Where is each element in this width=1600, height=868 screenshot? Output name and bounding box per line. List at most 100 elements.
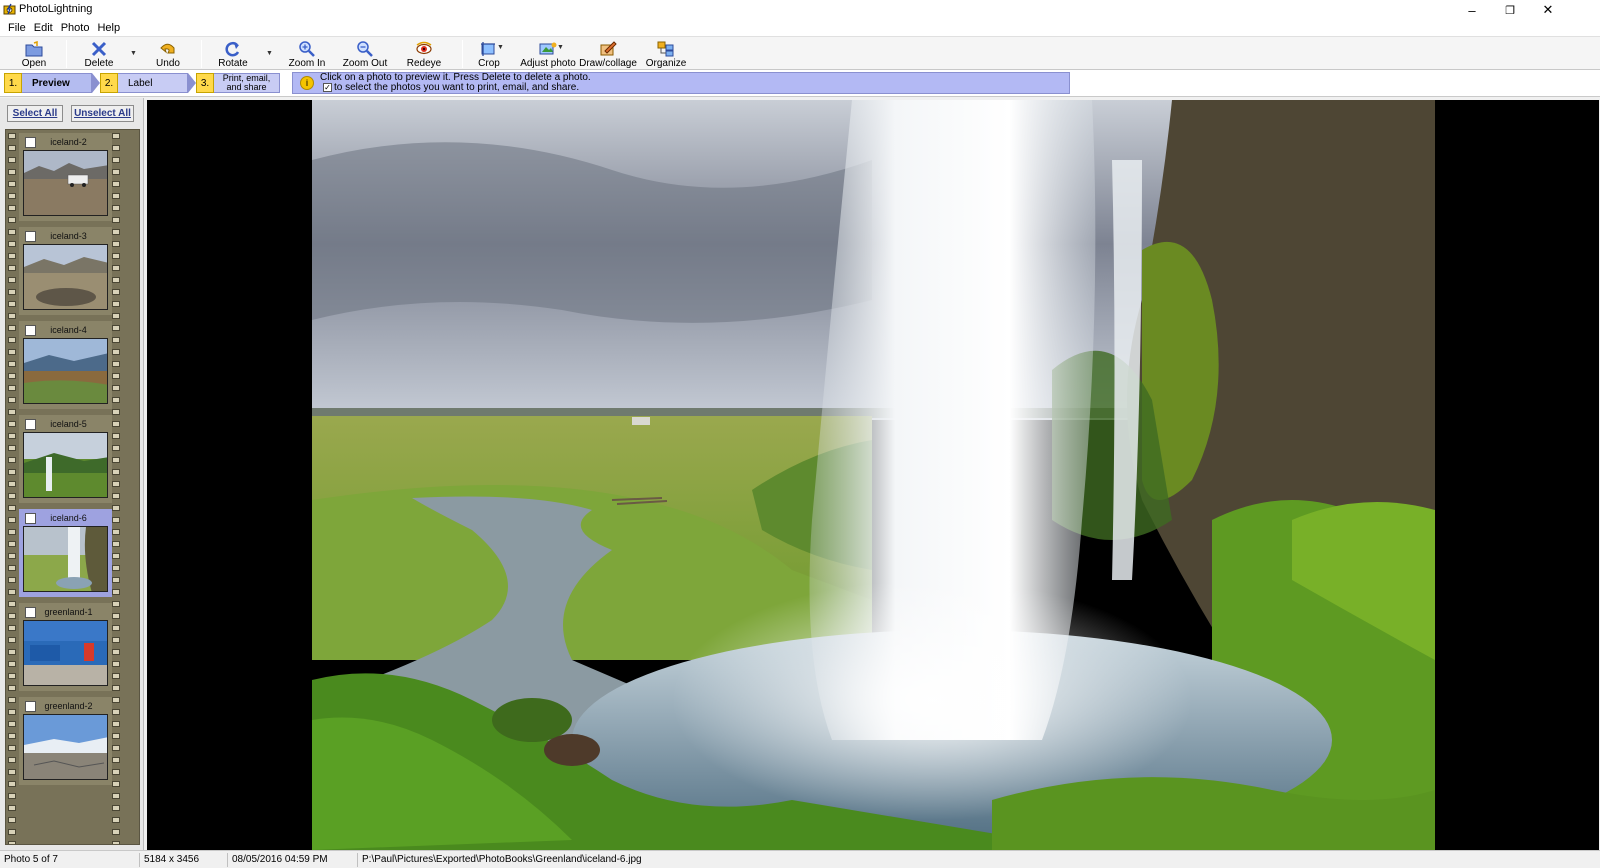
film-perforation [8, 505, 16, 511]
film-perforation [8, 277, 16, 283]
status-file-path: P:\Paul\Pictures\Exported\PhotoBooks\Gre… [357, 853, 642, 867]
film-perforation [112, 241, 120, 247]
close-button[interactable]: ✕ [1528, 0, 1568, 20]
redeye-button[interactable]: Redeye [406, 39, 442, 69]
thumbnail-checkbox[interactable] [25, 607, 36, 618]
film-perforation [112, 433, 120, 439]
film-perforation [8, 721, 16, 727]
organize-button[interactable]: Organize [646, 39, 686, 69]
adjust-photo-button[interactable]: Adjust photo [520, 39, 576, 69]
step-preview-tab[interactable]: 1. Preview [4, 72, 100, 94]
thumbnail-name: iceland-5 [50, 419, 87, 429]
step-arrow-icon [188, 73, 196, 93]
thumbnail-checkbox[interactable] [25, 137, 36, 148]
film-perforation [8, 841, 16, 844]
filmstrip[interactable]: iceland-2 iceland-3 iceland-4 iceland-5 … [5, 129, 140, 845]
film-perforation [8, 229, 16, 235]
redeye-icon [415, 41, 433, 57]
adjust-photo-dropdown-icon[interactable]: ▼ [557, 44, 564, 51]
film-perforation [112, 277, 120, 283]
film-perforation [112, 217, 120, 223]
open-button[interactable]: Open [18, 39, 50, 69]
rotate-label: Rotate [218, 58, 248, 69]
restore-button[interactable]: ❐ [1490, 0, 1530, 20]
unselect-all-button[interactable]: Unselect All [71, 105, 134, 122]
thumbnail-checkbox[interactable] [25, 419, 36, 430]
draw-collage-button[interactable]: Draw/collage [579, 39, 637, 69]
thumbnail-checkbox[interactable] [25, 513, 36, 524]
film-perforation [8, 529, 16, 535]
delete-x-icon [90, 41, 108, 57]
minimize-icon: – [1468, 2, 1476, 18]
open-folder-icon [25, 41, 43, 57]
film-perforation [112, 793, 120, 799]
thumbnail-name: iceland-4 [50, 325, 87, 335]
film-perforation [112, 313, 120, 319]
step-label-tab[interactable]: 2. Label [100, 72, 196, 94]
film-perforation [112, 709, 120, 715]
film-perforation [8, 313, 16, 319]
film-perforation [112, 517, 120, 523]
film-perforation [8, 133, 16, 139]
film-perforation [112, 193, 120, 199]
menu-help[interactable]: Help [93, 22, 124, 34]
menu-file[interactable]: File [4, 22, 30, 34]
film-perforation [112, 385, 120, 391]
thumbnail-image [23, 620, 108, 686]
minimize-button[interactable]: – [1452, 0, 1492, 20]
film-perforation [8, 493, 16, 499]
zoom-out-button[interactable]: Zoom Out [343, 39, 387, 69]
step-share-tab[interactable]: 3. Print, email, and share [196, 72, 280, 94]
film-perforation [112, 469, 120, 475]
draw-collage-label: Draw/collage [579, 58, 637, 69]
thumbnail-checkbox[interactable] [25, 231, 36, 242]
film-perforation [112, 145, 120, 151]
crop-icon [480, 41, 498, 57]
menu-photo[interactable]: Photo [57, 22, 94, 34]
thumbnail-checkbox[interactable] [25, 701, 36, 712]
film-perforation [8, 361, 16, 367]
undo-button[interactable]: Undo [153, 39, 183, 69]
filmstrip-panel: Select All Unselect All iceland-2 icelan… [0, 98, 144, 850]
info-icon: i [300, 76, 314, 90]
select-all-button[interactable]: Select All [7, 105, 63, 122]
photo-viewer[interactable] [147, 100, 1599, 850]
film-perforation [112, 205, 120, 211]
step-preview-label: Preview [22, 73, 92, 93]
crop-dropdown-icon[interactable]: ▼ [497, 44, 504, 51]
rotate-button[interactable]: Rotate [216, 39, 250, 69]
film-perforation [112, 361, 120, 367]
menu-edit[interactable]: Edit [30, 22, 57, 34]
film-perforation [112, 541, 120, 547]
film-perforation [112, 553, 120, 559]
thumbnail-checkbox[interactable] [25, 325, 36, 336]
toolbar: Open Delete ▼ Undo Rotate ▼ Zoom In Zoom… [0, 36, 1600, 70]
film-perforation [112, 697, 120, 703]
zoom-in-button[interactable]: Zoom In [288, 39, 326, 69]
film-perforation [8, 445, 16, 451]
organize-label: Organize [645, 58, 687, 69]
film-perforation [8, 817, 16, 823]
film-perforation [8, 397, 16, 403]
film-perforation [8, 709, 16, 715]
delete-label: Delete [84, 58, 114, 69]
film-perforation [112, 157, 120, 163]
film-perforation [112, 721, 120, 727]
film-perforation [8, 793, 16, 799]
film-perforation [112, 625, 120, 631]
film-perforation [8, 541, 16, 547]
film-perforation [8, 289, 16, 295]
zoom-out-icon [356, 41, 374, 57]
rotate-dropdown-icon[interactable]: ▼ [266, 50, 273, 57]
window-title: PhotoLightning [19, 3, 93, 15]
film-perforation [112, 493, 120, 499]
delete-button[interactable]: Delete [82, 39, 116, 69]
film-perforation [8, 409, 16, 415]
undo-label: Undo [156, 58, 180, 69]
toolbar-separator [201, 40, 202, 68]
film-perforation [112, 637, 120, 643]
film-perforation [8, 757, 16, 763]
film-perforation [8, 601, 16, 607]
step-number: 3. [196, 73, 214, 93]
delete-dropdown-icon[interactable]: ▼ [130, 50, 137, 57]
